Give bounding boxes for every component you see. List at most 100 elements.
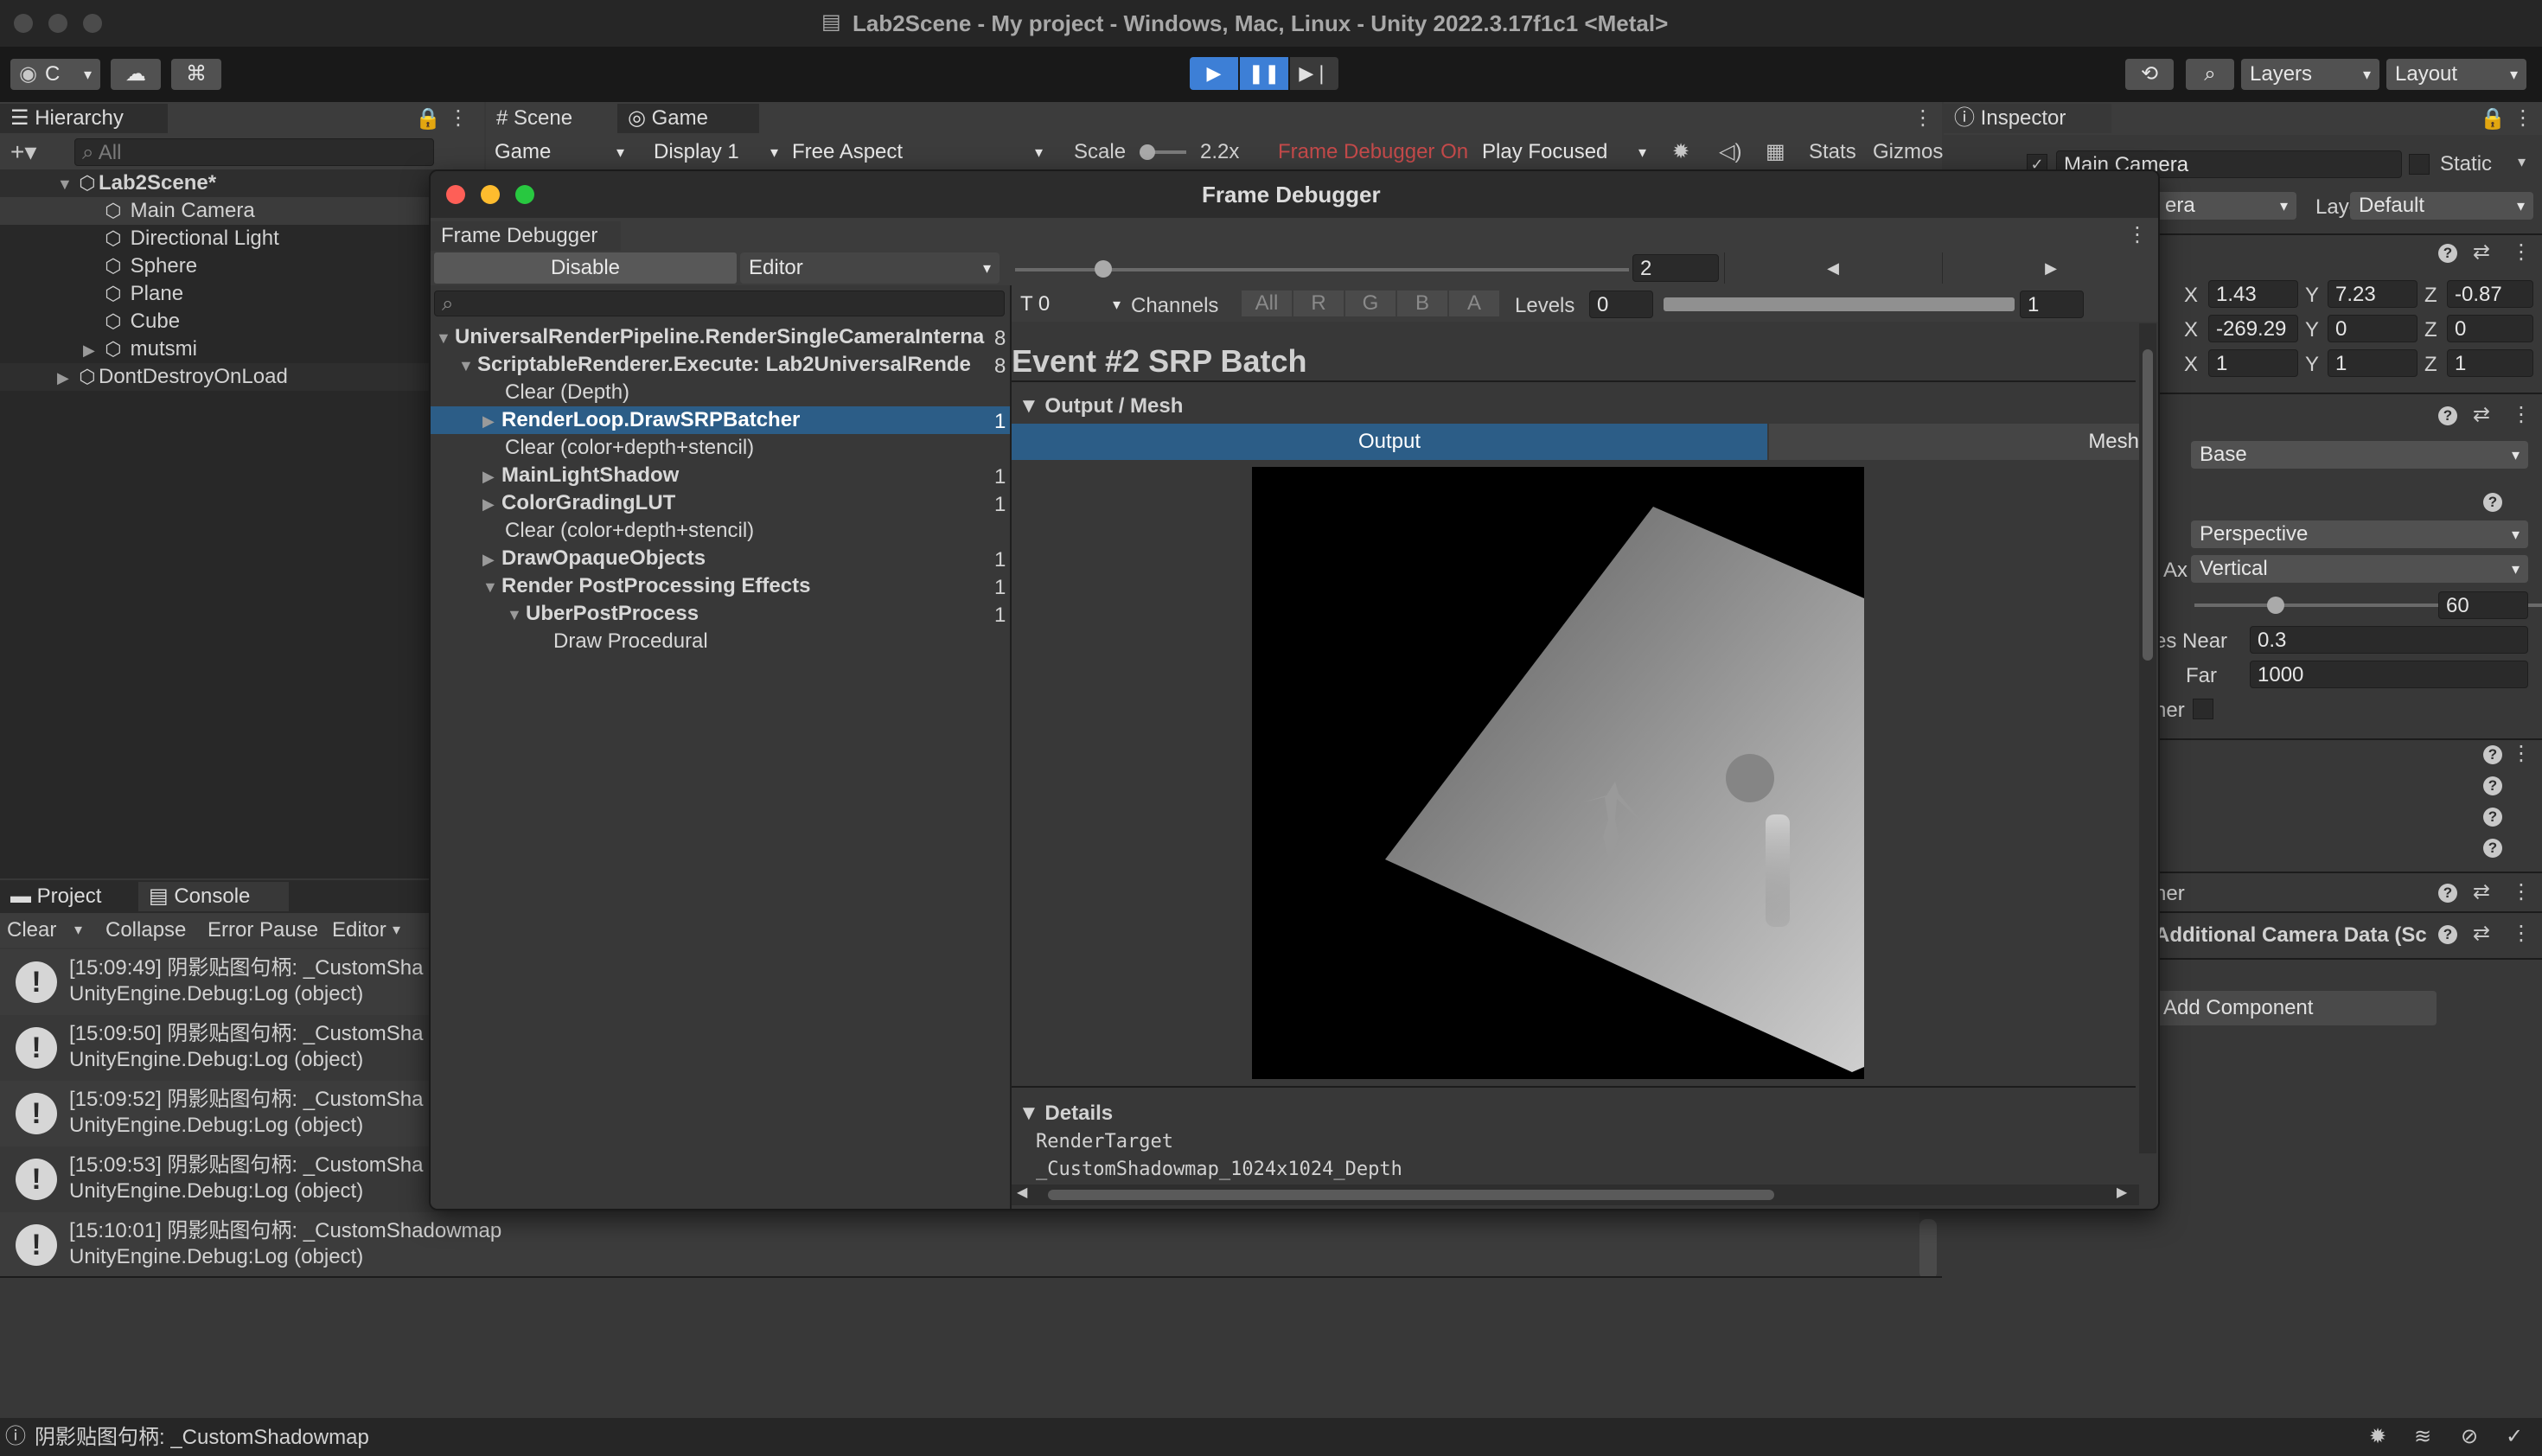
expand-arrow-icon[interactable]: ▼ (458, 352, 477, 379)
channel-b-button[interactable]: B (1397, 291, 1447, 316)
event-row[interactable]: Clear (color+depth+stencil) (431, 434, 754, 462)
lock-icon[interactable]: 🔒 (415, 109, 441, 130)
tab-frame-debugger[interactable]: Frame Debugger (431, 221, 621, 251)
clear-button[interactable]: Clear (7, 920, 56, 941)
near-field[interactable]: 0.3 (2250, 626, 2528, 654)
help-icon[interactable]: ? (2483, 745, 2502, 764)
chevron-down-icon[interactable]: ▾ (74, 922, 82, 937)
event-row[interactable]: Clear (color+depth+stencil) (431, 517, 754, 545)
play-button[interactable]: ▶ (1190, 57, 1238, 90)
scale-y-field[interactable]: 1 (2328, 349, 2417, 377)
event-slider-handle[interactable] (1095, 260, 1112, 278)
settings-icon[interactable]: ⇄ (2473, 882, 2490, 903)
error-pause-button[interactable]: Error Pause (208, 920, 318, 941)
event-row[interactable]: Draw Procedural (431, 628, 708, 655)
console-scrollbar[interactable] (1919, 1219, 1937, 1280)
levels-min-field[interactable]: 0 (1589, 291, 1653, 318)
more-icon[interactable]: ⋮ (2511, 744, 2532, 764)
fd-minimize-button[interactable] (481, 185, 500, 204)
rot-z-field[interactable]: 0 (2447, 315, 2533, 342)
pos-y-field[interactable]: 7.23 (2328, 280, 2417, 308)
tab-game[interactable]: ◎ Game (617, 104, 759, 133)
event-row[interactable]: ▶ DrawOpaqueObjects (431, 545, 706, 572)
aspect-dropdown[interactable]: Free Aspect ▾ (783, 138, 1051, 166)
keyboard-icon[interactable]: ▦ (1766, 142, 1785, 163)
help-icon[interactable]: ? (2483, 776, 2502, 795)
check-icon[interactable]: ✓ (2506, 1427, 2523, 1447)
rot-y-field[interactable]: 0 (2328, 315, 2417, 342)
render-type-dropdown[interactable]: Base ▾ (2191, 441, 2528, 469)
pos-x-field[interactable]: 1.43 (2208, 280, 2298, 308)
event-row[interactable]: ▼ UberPostProcess (431, 600, 699, 628)
arrow-left-icon[interactable]: ◀ (1017, 1186, 1027, 1200)
account-dropdown[interactable]: ◉ C ▾ (10, 59, 100, 90)
pos-z-field[interactable]: -0.87 (2447, 280, 2533, 308)
output-tab[interactable]: Output (1012, 424, 1767, 460)
arrow-right-icon[interactable]: ▶ (2117, 1186, 2127, 1200)
fov-slider-handle[interactable] (2267, 597, 2284, 614)
collab-button[interactable]: ⌘ (171, 59, 221, 90)
help-icon[interactable]: ? (2483, 839, 2502, 858)
layout-dropdown[interactable]: Layout ▾ (2386, 59, 2526, 90)
editor-dropdown[interactable]: Editor (332, 920, 386, 941)
channel-g-button[interactable]: G (1345, 291, 1396, 316)
bug-icon[interactable]: ✹ (2369, 1427, 2386, 1447)
hierarchy-search-input[interactable]: ⌕ All (74, 138, 434, 166)
channel-all-button[interactable]: All (1242, 291, 1292, 316)
collapse-button[interactable]: Collapse (105, 920, 186, 941)
tag-dropdown[interactable]: era ▾ (2156, 192, 2296, 220)
settings-icon[interactable]: ⇄ (2473, 923, 2490, 944)
play-mode-dropdown[interactable]: Play Focused ▾ (1473, 138, 1655, 166)
add-icon[interactable]: +▾ (10, 140, 36, 164)
console-entry[interactable]: ! [15:09:49] 阴影贴图句柄: _CustomSha UnityEng… (0, 949, 429, 1015)
console-entry[interactable]: ! [15:09:52] 阴影贴图句柄: _CustomSha UnityEng… (0, 1081, 429, 1146)
more-icon[interactable]: ⋮ (1913, 108, 1933, 129)
channel-a-button[interactable]: A (1449, 291, 1499, 316)
levels-range-slider[interactable] (1664, 297, 2015, 311)
expand-arrow-icon[interactable]: ▼ (1019, 394, 1044, 418)
more-icon[interactable]: ⋮ (2127, 225, 2148, 246)
collapse-arrow-icon[interactable]: ▶ (482, 490, 501, 518)
event-row[interactable]: ▼ UniversalRenderPipeline.RenderSingleCam… (431, 323, 1015, 351)
audio-icon[interactable]: ◁) (1719, 142, 1741, 163)
tab-inspector[interactable]: ⓘ Inspector (1944, 104, 2111, 133)
scale-z-field[interactable]: 1 (2447, 349, 2533, 377)
help-icon[interactable]: ? (2483, 808, 2502, 827)
more-icon[interactable]: ⋮ (2511, 923, 2532, 944)
static-checkbox[interactable] (2409, 154, 2430, 175)
fov-axis-dropdown[interactable]: Vertical ▾ (2191, 555, 2528, 583)
window-close-button[interactable] (14, 14, 33, 33)
cloud-button[interactable]: ☁ (111, 59, 161, 90)
prev-event-button[interactable]: ◀ (1724, 252, 1941, 284)
collapse-arrow-icon[interactable]: ▶ (482, 546, 501, 573)
fd-vertical-scrollbar[interactable] (2139, 323, 2156, 1153)
collapse-arrow-icon[interactable]: ▶ (83, 336, 102, 364)
mesh-tab[interactable]: Mesh (1769, 424, 2139, 460)
scrollbar-thumb[interactable] (2143, 349, 2153, 661)
hierarchy-item[interactable]: ⬡ Directional Light (0, 225, 278, 252)
tab-hierarchy[interactable]: ☰ Hierarchy (0, 104, 168, 133)
step-button[interactable]: ▶❘ (1290, 57, 1338, 90)
hierarchy-item[interactable]: ⬡ Plane (0, 280, 183, 308)
lock-icon[interactable]: 🔒 (2480, 109, 2506, 130)
fd-search-input[interactable]: ⌕ (434, 291, 1005, 316)
expand-arrow-icon[interactable]: ▼ (57, 170, 76, 198)
rot-x-field[interactable]: -269.29 (2208, 315, 2298, 342)
layers-dropdown[interactable]: Layers ▾ (2241, 59, 2379, 90)
help-icon[interactable]: ? (2438, 406, 2457, 425)
help-icon[interactable]: ? (2438, 884, 2457, 903)
layers-stack-icon[interactable]: ≋ (2414, 1427, 2431, 1447)
fd-close-button[interactable] (446, 185, 465, 204)
settings-icon[interactable]: ⇄ (2473, 242, 2490, 263)
gizmos-button[interactable]: Gizmos (1873, 142, 1943, 163)
event-row[interactable]: ▼ Render PostProcessing Effects (431, 572, 810, 600)
display-dropdown[interactable]: Display 1 ▾ (645, 138, 787, 166)
tab-project[interactable]: ▬ Project (0, 882, 112, 911)
pause-button[interactable]: ❚❚ (1240, 57, 1288, 90)
tab-scene[interactable]: # Scene (486, 104, 583, 133)
partial-checkbox[interactable] (2193, 699, 2213, 719)
console-entry[interactable]: ! [15:09:53] 阴影贴图句柄: _CustomSha UnityEng… (0, 1146, 429, 1212)
settings-icon[interactable]: ⇄ (2473, 405, 2490, 425)
expand-arrow-icon[interactable]: ▼ (436, 324, 455, 352)
expand-arrow-icon[interactable]: ▼ (482, 573, 501, 601)
